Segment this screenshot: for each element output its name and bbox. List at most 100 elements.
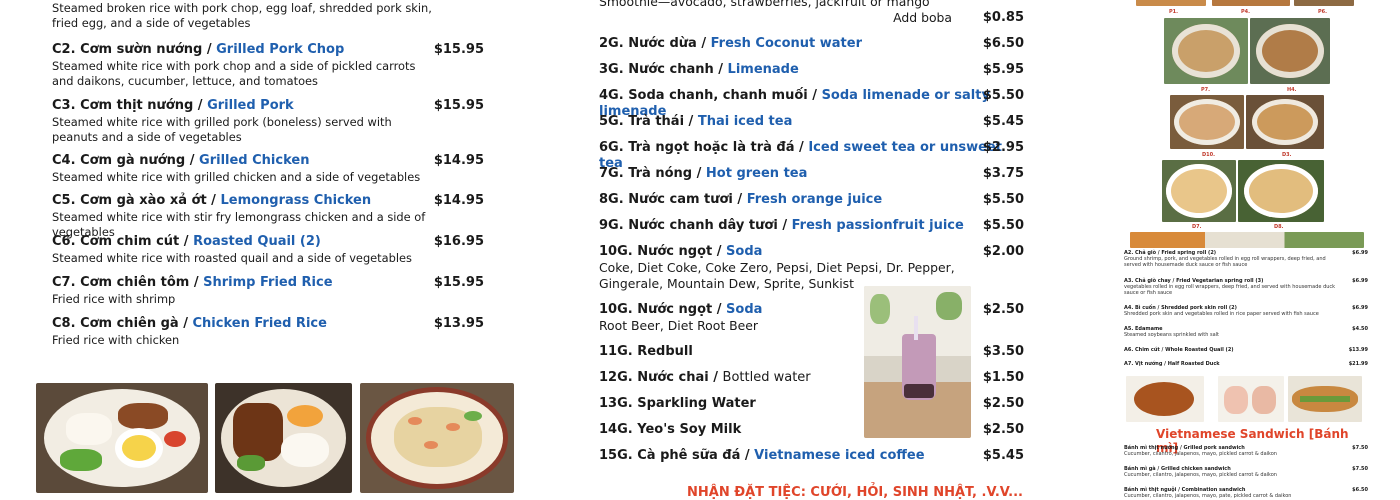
rice-item-price: $13.95: [433, 316, 484, 331]
mini-item-price: $6.99: [1352, 278, 1368, 284]
drink-item-code: 10G.: [599, 244, 633, 259]
mini-sandwich-price: $7.50: [1352, 445, 1368, 451]
vermicelli-photo-d8: [1238, 160, 1324, 222]
drink-item-code: 5G.: [599, 114, 624, 129]
caption-p7: P7.: [1201, 87, 1211, 93]
drink-item-code: 3G.: [599, 62, 624, 77]
roast-duck-photo: [1126, 376, 1204, 422]
mini-item-description: Steamed soybeans sprinkled with salt: [1124, 332, 1220, 338]
rice-item-price: $15.95: [433, 98, 484, 113]
drink-item-code: 6G.: [599, 140, 624, 155]
mini-sandwich-row: Bánh mì thịt nguội / Combination sandwic…: [1124, 487, 1368, 499]
party-order-banner: NHẬN ĐẶT TIỆC: CƯỚI, HỎI, SINH NHẬT, .V.…: [687, 485, 1023, 500]
mini-menu-page: P1. P4. P6. P7. H4. D10. D3. D7. D8. A2.…: [1120, 0, 1370, 500]
drink-item-en-name: Hot green tea: [705, 166, 808, 181]
rice-item: C2. Cơm sườn nướng / Grilled Pork Chop St…: [52, 42, 492, 89]
rice-item-price: $14.95: [433, 193, 484, 208]
drink-item-price: $5.45: [982, 448, 1024, 463]
drink-item-options: Root Beer, Diet Root Beer: [599, 318, 758, 333]
drink-item-vn-name: Nước cam tươi /: [628, 192, 743, 207]
mini-sandwich-description: Cucumber, cilantro, jalapenos, mayo, pic…: [1124, 472, 1277, 478]
mini-sandwich-description: Cucumber, cilantro, jalapenos, mayo, pic…: [1124, 451, 1277, 457]
drink-item-title: 15G. Cà phê sữa đá / Vietnamese iced cof…: [599, 448, 1024, 464]
rice-item-description: Steamed broken rice with pork chop, egg …: [52, 1, 432, 30]
drink-item-price: $3.50: [982, 344, 1024, 359]
rice-item-en-name: Shrimp Fried Rice: [203, 275, 333, 290]
rice-item-description: Steamed white rice with grilled pork (bo…: [52, 115, 392, 144]
drink-item-vn-name: Cà phê sữa đá /: [637, 448, 750, 463]
rice-item: C5. Cơm gà xào xả ớt / Lemongrass Chicke…: [52, 193, 492, 240]
rice-item-code: C3.: [52, 98, 76, 113]
mini-appetizer-row: A2. Chả giò / Fried spring roll (2) Groun…: [1124, 250, 1368, 268]
rice-item-title: C5. Cơm gà xào xả ớt / Lemongrass Chicke…: [52, 193, 492, 209]
rice-item-description: Steamed white rice with roasted quail an…: [52, 251, 412, 265]
mini-item-title: A6. Chim cút / Whole Roasted Quail (2): [1124, 347, 1234, 353]
drink-item: 15G. Cà phê sữa đá / Vietnamese iced cof…: [599, 448, 1024, 464]
appetizer-strip-photo: [1130, 232, 1364, 248]
rice-item-title: C8. Cơm chiên gà / Chicken Fried Rice: [52, 316, 492, 332]
caption-d3: D3.: [1282, 152, 1292, 158]
combination-plate-photo: [36, 383, 208, 493]
drink-item-en-name: Fresh passionfruit juice: [791, 218, 964, 233]
drink-item-code: 9G.: [599, 218, 624, 233]
rice-item-description: Fried rice with shrimp: [52, 292, 176, 306]
drink-item-price: $2.50: [982, 302, 1024, 317]
rice-item-vn-name: Cơm thịt nướng /: [80, 98, 203, 113]
mini-sandwich-row: Bánh mì thịt nướng / Grilled pork sandwi…: [1124, 445, 1368, 457]
drink-item: 3G. Nước chanh / Limenade $5.95: [599, 62, 1024, 78]
drink-item-en-name: Soda: [726, 244, 763, 259]
shrimp-fried-rice-photo: [360, 383, 514, 493]
rice-item-vn-name: Cơm chiên gà /: [80, 316, 188, 331]
mini-item-price: $4.50: [1352, 326, 1368, 332]
drink-item-price: $6.50: [982, 36, 1024, 51]
drink-item-price: $2.50: [982, 422, 1024, 437]
banh-mi-photo: [1288, 376, 1362, 422]
mini-item-title: A7. Vịt nướng / Half Roasted Duck: [1124, 361, 1220, 367]
drink-item-vn-name: Nước dừa /: [628, 36, 707, 51]
noodle-photo-d10: [1170, 95, 1244, 149]
rice-item-vn-name: Cơm sườn nướng /: [80, 42, 212, 57]
rice-item: C6. Cơm chim cút / Roasted Quail (2) Stea…: [52, 234, 492, 266]
rice-item-price: $15.95: [433, 275, 484, 290]
rice-item-code: C4.: [52, 153, 76, 168]
drink-item-code: 13G.: [599, 396, 633, 411]
mini-item-description: Shredded pork skin and vegetables rolled…: [1124, 311, 1319, 317]
drink-item-en-name: Vietnamese iced coffee: [754, 448, 925, 463]
drink-item-vn-name: Sparkling Water: [637, 396, 756, 411]
mini-sandwich-row: Bánh mì gà / Grilled chicken sandwich Cuc…: [1124, 466, 1368, 478]
rice-item-vn-name: Cơm gà xào xả ớt /: [80, 193, 216, 208]
mini-sandwich-price: $7.50: [1352, 466, 1368, 472]
pho-photo-p6: [1294, 0, 1354, 6]
rice-item: C1. Cơm tấm đặc biệt (sườn, bì, chả, trứ…: [52, 0, 492, 31]
drink-item-en-name: Fresh orange juice: [746, 192, 883, 207]
drink-item-en-name: Limenade: [727, 62, 799, 77]
rice-item-description: Fried rice with chicken: [52, 333, 180, 347]
mini-item-price: $21.99: [1348, 361, 1368, 367]
drink-item-vn-name: Soda chanh, chanh muối /: [628, 88, 818, 103]
rice-item-en-name: Chicken Fried Rice: [192, 316, 327, 331]
rice-item: C3. Cơm thịt nướng / Grilled Pork Steamed…: [52, 98, 492, 145]
add-boba-label: Add boba: [893, 10, 952, 25]
smoothie-text: Smoothie—avocado, strawberries, jackfrui…: [599, 0, 930, 9]
drink-item-vn-name: Trà thái /: [628, 114, 694, 129]
drink-item-code: 12G.: [599, 370, 633, 385]
drink-item-price: $5.50: [982, 192, 1024, 207]
drink-item: 2G. Nước dừa / Fresh Coconut water $6.50: [599, 36, 1024, 52]
drink-item-vn-name: Trà nóng /: [628, 166, 702, 181]
drink-item-title: 5G. Trà thái / Thai iced tea: [599, 114, 1024, 130]
grilled-pork-plate-photo: [215, 383, 352, 493]
mini-appetizer-row: A7. Vịt nướng / Half Roasted Duck $21.99: [1124, 361, 1368, 367]
rice-item-en-name: Lemongrass Chicken: [220, 193, 372, 208]
drink-item-price: $2.50: [982, 396, 1024, 411]
drink-item-code: 14G.: [599, 422, 633, 437]
drink-item-code: 15G.: [599, 448, 633, 463]
drink-item-en-name: Fresh Coconut water: [710, 36, 863, 51]
drink-item-price: $1.50: [982, 370, 1024, 385]
drink-item-price: $5.50: [982, 218, 1024, 233]
drink-item-title: 9G. Nước chanh dây tươi / Fresh passionf…: [599, 218, 1024, 234]
pho-photo-p7: [1164, 18, 1248, 84]
mini-sandwich-price: $6.50: [1352, 487, 1368, 493]
drink-item: 10G. Nước ngọt / Soda Coke, Diet Coke, Co…: [599, 244, 1024, 292]
caption-d8: D8.: [1274, 224, 1284, 230]
rice-item-title: C4. Cơm gà nướng / Grilled Chicken: [52, 153, 492, 169]
